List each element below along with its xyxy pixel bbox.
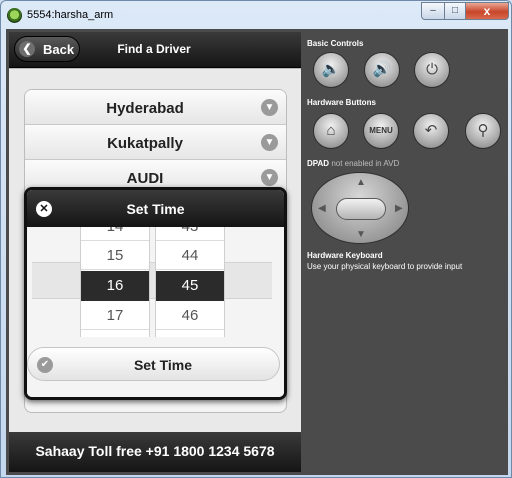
volume-up-button[interactable]: 🔊 xyxy=(364,52,400,88)
minute-option-selected[interactable]: 45 xyxy=(156,271,224,301)
phone-screen: ❮ Back Find a Driver Hyderabad ▼ Kukatpa… xyxy=(9,32,301,472)
window-titlebar: 5554:harsha_arm – □ x xyxy=(1,1,511,29)
keyboard-label: Hardware Keyboard xyxy=(307,251,383,260)
minute-option[interactable]: 43 xyxy=(156,227,224,241)
dialog-header: ✕ Set Time xyxy=(27,190,284,227)
right-arrow-icon[interactable]: ▶ xyxy=(395,203,403,214)
back-hw-button[interactable]: ↶ xyxy=(413,113,449,149)
chevron-left-icon: ❮ xyxy=(19,41,35,57)
set-time-button[interactable]: ✔ Set Time xyxy=(27,347,280,381)
hour-option[interactable]: 17 xyxy=(81,302,149,330)
volume-up-icon: 🔊 xyxy=(372,61,392,78)
volume-down-button[interactable]: 🔈 xyxy=(313,52,349,88)
up-arrow-icon[interactable]: ▲ xyxy=(356,177,366,188)
dpad-label: DPAD not enabled in AVD xyxy=(307,159,399,168)
hour-spinner[interactable]: 14 15 16 17 xyxy=(80,227,150,337)
keyboard-note: Use your physical keyboard to provide in… xyxy=(307,262,463,271)
android-icon xyxy=(7,8,22,23)
app-header: ❮ Back Find a Driver xyxy=(9,32,301,68)
home-icon: ⌂ xyxy=(326,122,336,139)
power-button[interactable]: ⏻ xyxy=(414,52,450,88)
minute-option[interactable]: 44 xyxy=(156,242,224,270)
dpad-title: DPAD xyxy=(307,159,330,168)
set-time-label: Set Time xyxy=(133,357,193,373)
city-value: Hyderabad xyxy=(106,100,184,117)
close-icon[interactable]: ✕ xyxy=(36,201,52,217)
chevron-down-icon: ▼ xyxy=(261,169,278,186)
undo-arrow-icon: ↶ xyxy=(424,122,438,139)
home-button[interactable]: ⌂ xyxy=(313,113,349,149)
dpad-center-button[interactable] xyxy=(336,198,386,220)
dpad[interactable]: ▲ ▼ ◀ ▶ xyxy=(311,172,409,244)
dpad-note: not enabled in AVD xyxy=(331,159,400,168)
selection-band xyxy=(32,262,272,299)
city-select[interactable]: Hyderabad ▼ xyxy=(25,90,286,125)
chevron-down-icon: ▼ xyxy=(261,99,278,116)
dialog-title: Set Time xyxy=(126,201,185,217)
menu-button[interactable]: MENU xyxy=(363,113,399,149)
dialog-body: 14 15 16 17 43 44 45 46 ✔ Set Time xyxy=(27,227,284,397)
emulator-body: ❮ Back Find a Driver Hyderabad ▼ Kukatpa… xyxy=(6,29,508,475)
hour-option-selected[interactable]: 16 xyxy=(81,271,149,301)
toll-free-text: Sahaay Toll free +91 1800 1234 5678 xyxy=(35,443,275,459)
back-button[interactable]: ❮ Back xyxy=(14,36,80,62)
car-value: AUDI xyxy=(126,170,164,187)
close-button[interactable]: x xyxy=(465,2,509,20)
minute-spinner[interactable]: 43 44 45 46 xyxy=(155,227,225,337)
hour-option[interactable]: 14 xyxy=(81,227,149,241)
emulator-window: 5554:harsha_arm – □ x ❮ Back Find a Driv… xyxy=(0,0,512,478)
maximize-button[interactable]: □ xyxy=(444,2,466,20)
down-arrow-icon[interactable]: ▼ xyxy=(356,229,366,240)
keyboard-info: Hardware Keyboard Use your physical keyb… xyxy=(307,250,462,272)
check-icon: ✔ xyxy=(37,357,53,373)
search-hw-button[interactable]: ⚲ xyxy=(465,113,501,149)
area-select[interactable]: Kukatpally ▼ xyxy=(25,125,286,160)
app-footer: Sahaay Toll free +91 1800 1234 5678 xyxy=(9,432,301,472)
search-icon: ⚲ xyxy=(477,122,489,139)
set-time-dialog: ✕ Set Time 14 15 16 17 43 44 45 xyxy=(24,187,287,400)
emulator-controls: Basic Controls 🔈 🔊 ⏻ Hardware Buttons ⌂ … xyxy=(307,29,507,475)
area-value: Kukatpally xyxy=(107,135,183,152)
chevron-down-icon: ▼ xyxy=(261,134,278,151)
window-title: 5554:harsha_arm xyxy=(27,9,114,21)
minute-option[interactable]: 46 xyxy=(156,302,224,330)
power-icon: ⏻ xyxy=(426,61,438,78)
back-label: Back xyxy=(43,42,75,57)
volume-down-icon: 🔈 xyxy=(321,61,341,78)
hour-option[interactable]: 15 xyxy=(81,242,149,270)
left-arrow-icon[interactable]: ◀ xyxy=(318,203,326,214)
hardware-buttons-label: Hardware Buttons xyxy=(307,98,376,107)
menu-label: MENU xyxy=(369,126,393,135)
minimize-button[interactable]: – xyxy=(421,2,445,20)
page-title: Find a Driver xyxy=(117,42,191,56)
basic-controls-label: Basic Controls xyxy=(307,39,364,48)
